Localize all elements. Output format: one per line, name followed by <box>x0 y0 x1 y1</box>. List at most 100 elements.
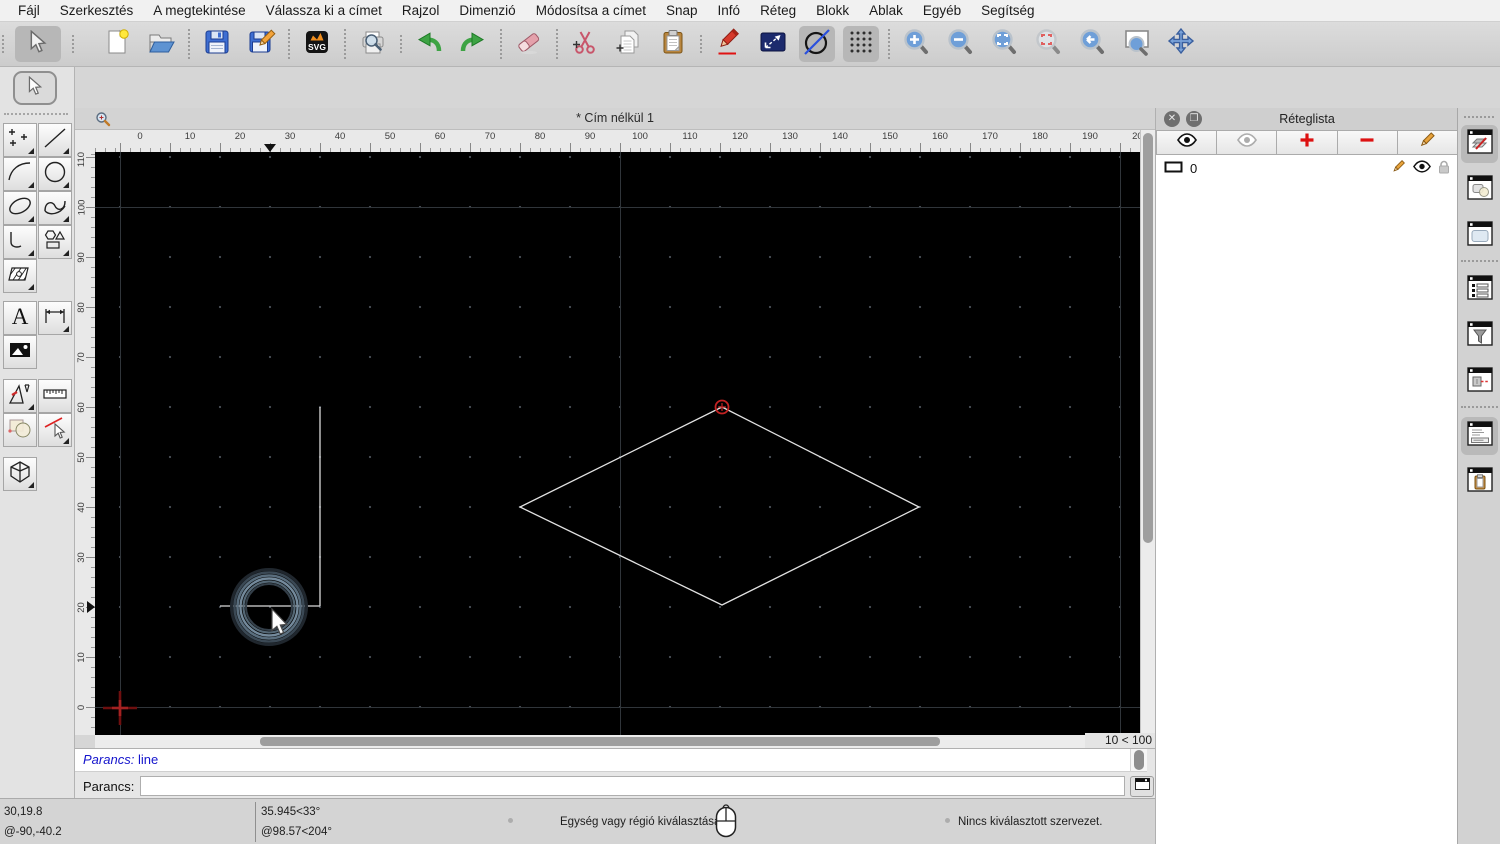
eraser-icon <box>514 27 544 62</box>
show-all-layers-button[interactable] <box>1156 130 1216 155</box>
line-tool-button[interactable] <box>38 123 72 157</box>
zoom-previous-button[interactable] <box>1031 26 1067 62</box>
ruler-h-label: 150 <box>875 131 905 142</box>
menu-view[interactable]: A megtekintése <box>143 0 255 22</box>
measure-tool-button[interactable] <box>38 379 72 413</box>
remove-layer-button[interactable] <box>1337 130 1397 155</box>
toggle-command-widget-button[interactable] <box>1461 417 1498 455</box>
restrict-ortho-button[interactable] <box>755 26 791 62</box>
delete-tool-button[interactable] <box>38 413 72 447</box>
menu-block[interactable]: Blokk <box>806 0 859 22</box>
points-tool-button[interactable] <box>3 123 37 157</box>
save-button[interactable] <box>199 26 235 62</box>
open-button[interactable] <box>143 26 179 62</box>
cut-button[interactable] <box>567 26 603 62</box>
block-list-window-icon <box>1467 275 1493 305</box>
pen-attributes-button[interactable] <box>711 26 747 62</box>
palette-select-button[interactable] <box>13 71 57 105</box>
toggle-clipboard-panel-button[interactable] <box>1461 463 1498 501</box>
toggle-filter-panel-button[interactable] <box>1461 317 1498 355</box>
ruler-h-label: 120 <box>725 131 755 142</box>
ruler-v-label: 0 <box>75 692 88 722</box>
menu-file[interactable]: Fájl <box>8 0 50 22</box>
toolbar-handle <box>2 35 4 53</box>
add-layer-button[interactable] <box>1276 130 1336 155</box>
ruler-h-label: 180 <box>1025 131 1055 142</box>
save-as-icon <box>246 27 276 62</box>
toggle-block-list-button[interactable] <box>1461 271 1498 309</box>
save-as-button[interactable] <box>243 26 279 62</box>
menu-snap[interactable]: Snap <box>656 0 708 22</box>
menu-select[interactable]: Válassza ki a címet <box>256 0 392 22</box>
arc-tool-button[interactable] <box>3 157 37 191</box>
vscroll-thumb[interactable] <box>1143 133 1153 543</box>
layer-visibility-icon[interactable] <box>1413 160 1431 176</box>
zoom-back-button[interactable] <box>1075 26 1111 62</box>
hscroll-thumb[interactable] <box>260 737 940 746</box>
text-icon: A <box>7 303 33 334</box>
redo-button[interactable] <box>455 26 491 62</box>
svg-export-button[interactable]: SVG <box>299 26 335 62</box>
layer-row[interactable]: 0 <box>1156 157 1458 179</box>
polyline-tool-button[interactable] <box>3 225 37 259</box>
zoom-in-button[interactable] <box>899 26 935 62</box>
polygon-tool-button[interactable] <box>38 225 72 259</box>
command-input[interactable] <box>140 776 1125 796</box>
menu-window[interactable]: Ablak <box>859 0 913 22</box>
paste-button[interactable] <box>655 26 691 62</box>
red-pencil-icon <box>714 27 744 62</box>
select-entities-tool-button[interactable] <box>3 413 37 447</box>
zoom-out-button[interactable] <box>943 26 979 62</box>
modify-tool-button[interactable] <box>3 379 37 413</box>
toggle-entity-panel-button[interactable] <box>1461 171 1498 209</box>
spline-tool-button[interactable] <box>38 191 72 225</box>
command-keyboard-toggle-button[interactable] <box>1130 776 1154 797</box>
zoom-window-button[interactable] <box>1119 26 1155 62</box>
hide-all-layers-button[interactable] <box>1216 130 1276 155</box>
menu-misc[interactable]: Egyéb <box>913 0 971 22</box>
drawing-titlebar[interactable]: * Cím nélkül 1 <box>75 108 1155 130</box>
minus-icon <box>1359 132 1375 153</box>
menu-layer[interactable]: Réteg <box>750 0 806 22</box>
print-preview-button[interactable] <box>355 26 391 62</box>
image-tool-button[interactable] <box>3 335 37 369</box>
menu-draw[interactable]: Rajzol <box>392 0 450 22</box>
snap-on-entity-button[interactable] <box>799 26 835 62</box>
layer-edit-icon[interactable] <box>1391 159 1406 177</box>
dimension-tool-button[interactable] <box>38 301 72 335</box>
ruler-h-label: 40 <box>325 131 355 142</box>
circle-icon <box>42 159 68 190</box>
layer-color-swatch[interactable] <box>1164 161 1183 176</box>
new-button[interactable] <box>99 26 135 62</box>
drawing-canvas[interactable] <box>95 152 1140 735</box>
ellipse-tool-button[interactable] <box>3 191 37 225</box>
toggle-view-panel-button[interactable] <box>1461 363 1498 401</box>
hatch-tool-button[interactable] <box>3 259 37 293</box>
canvas-horizontal-scrollbar[interactable] <box>95 735 1085 748</box>
modify-icon <box>7 381 33 412</box>
menu-edit[interactable]: Szerkesztés <box>50 0 144 22</box>
toggle-layer-list-button[interactable] <box>1461 125 1498 163</box>
canvas-vertical-scrollbar[interactable] <box>1140 130 1155 737</box>
zoom-auto-button[interactable] <box>987 26 1023 62</box>
copy-button[interactable] <box>611 26 647 62</box>
menu-modify[interactable]: Módosítsa a címet <box>526 0 656 22</box>
edit-layer-button[interactable] <box>1397 130 1458 155</box>
undo-button[interactable] <box>411 26 447 62</box>
delete-button[interactable] <box>511 26 547 62</box>
ruler-h-label: 60 <box>425 131 455 142</box>
menu-help[interactable]: Segítség <box>971 0 1044 22</box>
block-tool-button[interactable] <box>3 457 37 491</box>
command-history-scrollbar[interactable] <box>1130 749 1147 772</box>
command-history-scroll-thumb[interactable] <box>1134 750 1144 770</box>
zoom-window-icon <box>1122 27 1152 62</box>
menu-info[interactable]: Infó <box>708 0 751 22</box>
circle-tool-button[interactable] <box>38 157 72 191</box>
select-arrow-button[interactable] <box>15 26 61 62</box>
layer-lock-icon[interactable] <box>1438 160 1450 177</box>
text-tool-button[interactable]: A <box>3 301 37 335</box>
menu-dimension[interactable]: Dimenzió <box>449 0 525 22</box>
toggle-library-browser-button[interactable] <box>1461 217 1498 255</box>
pan-button[interactable] <box>1163 26 1199 62</box>
snap-grid-button[interactable] <box>843 26 879 62</box>
